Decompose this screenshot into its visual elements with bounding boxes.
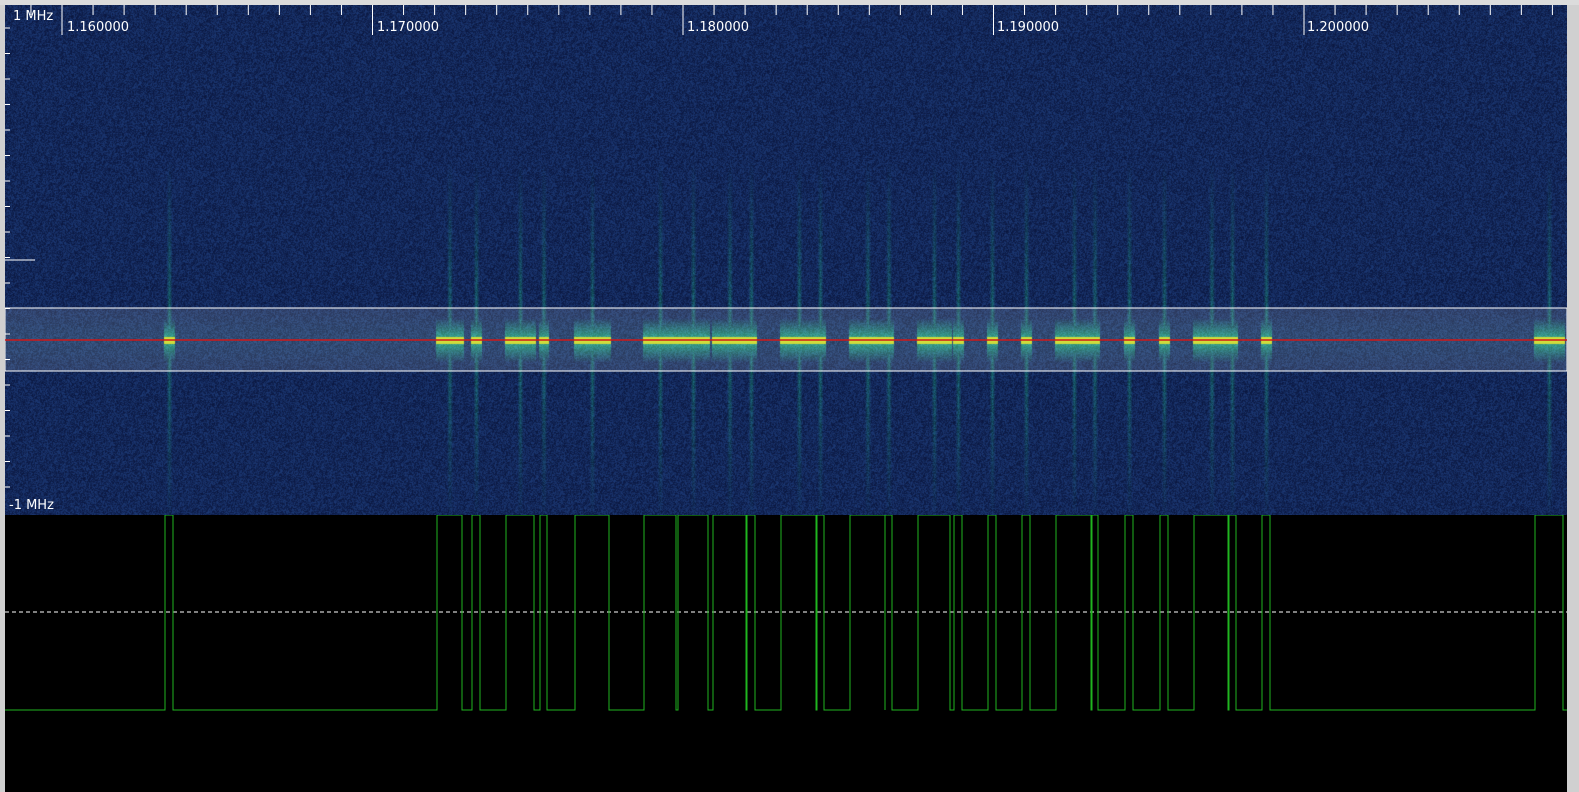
- y-axis-ticks: [5, 27, 10, 488]
- freq-label-4: 1.200000: [1307, 20, 1369, 35]
- spectrogram-overlay: 1 MHz -1 MHz 1.160000 1.170000 1.180000 …: [5, 5, 1567, 513]
- bottom-frequency-label: -1 MHz: [9, 498, 54, 513]
- freq-label-0: 1.160000: [67, 20, 129, 35]
- freq-label-3: 1.190000: [997, 20, 1059, 35]
- demodulated-signal-view[interactable]: [5, 515, 1567, 792]
- freq-label-2: 1.180000: [687, 20, 749, 35]
- right-frame: [1567, 5, 1579, 792]
- freq-label-1: 1.170000: [377, 20, 439, 35]
- top-frequency-label: 1 MHz: [13, 9, 53, 24]
